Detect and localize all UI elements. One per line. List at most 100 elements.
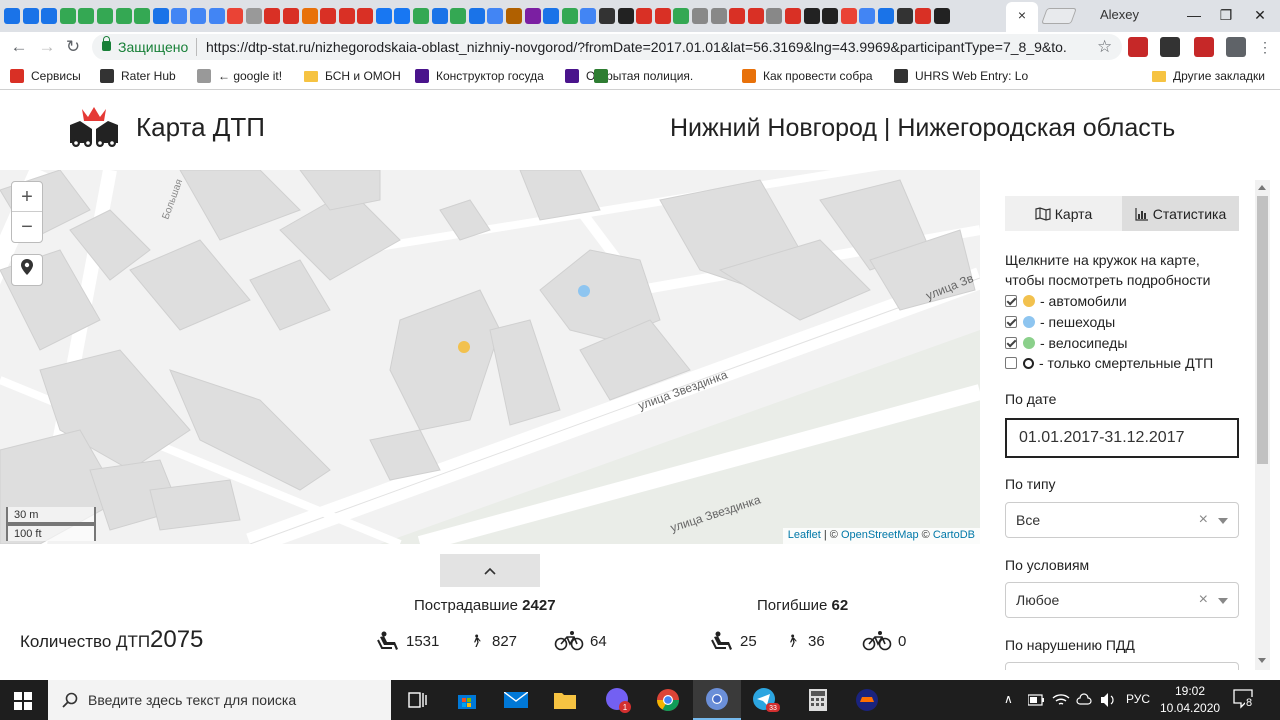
sidebar-scrollbar[interactable] [1255,180,1270,670]
pinned-tab-favicon-icon[interactable] [450,8,467,24]
minimize-button[interactable]: — [1178,4,1210,26]
pinned-tab-favicon-icon[interactable] [78,8,95,24]
osm-link[interactable]: OpenStreetMap [841,529,919,541]
chrome-app-1[interactable] [644,680,692,720]
pinned-tab-favicon-icon[interactable] [171,8,188,24]
date-range-input[interactable]: 01.01.2017-31.12.2017 [1005,418,1239,458]
cloud-icon[interactable] [1076,692,1092,708]
pinned-tab-favicon-icon[interactable] [710,8,727,24]
legend-bicycles[interactable]: - велосипеды [1005,333,1127,353]
menu-icon[interactable]: ⋮ [1254,36,1276,58]
mail-app[interactable] [492,680,540,720]
pinned-tab-favicon-icon[interactable] [729,8,746,24]
bicycles-checkbox[interactable] [1005,337,1017,349]
pinned-tab-favicon-icon[interactable] [915,8,932,24]
tab-map[interactable]: Карта [1005,196,1122,231]
pinned-tab-favicon-icon[interactable] [4,8,20,24]
bookmark-uhrs[interactable]: UHRS Web Entry: Lo [894,68,1028,84]
close-tab-icon[interactable]: × [1014,7,1030,23]
windows-start-icon[interactable] [14,692,32,710]
pinned-tab-favicon-icon[interactable] [599,8,615,24]
pinned-tab-favicon-icon[interactable] [691,8,708,24]
pinned-tab-favicon-icon[interactable] [877,8,894,24]
car-crash-logo-icon[interactable] [68,107,120,147]
notifications-button[interactable]: 8 [1232,688,1256,712]
bookmark-services[interactable]: Сервисы [10,68,81,84]
new-tab-button[interactable] [1041,8,1077,24]
spy-extension-icon[interactable] [1160,37,1180,57]
pinned-tab-favicon-icon[interactable] [41,8,58,24]
pinned-tab-favicon-icon[interactable] [208,8,225,24]
yandex-extension-icon[interactable] [1194,37,1214,57]
language-indicator[interactable]: РУС [1126,692,1150,706]
leaflet-link[interactable]: Leaflet [788,529,821,541]
pinned-tab-favicon-icon[interactable] [468,8,485,24]
taskbar-clock[interactable]: 19:02 10.04.2020 [1160,683,1220,717]
explorer-app[interactable] [541,680,589,720]
app-misc[interactable] [843,680,891,720]
nrt-extension-icon[interactable] [1128,37,1148,57]
pinned-tab-favicon-icon[interactable] [617,8,634,24]
type-select[interactable]: Все × [1005,502,1239,538]
pinned-tab-favicon-icon[interactable] [784,8,801,24]
translate-extension-icon[interactable] [1226,37,1246,57]
pinned-tab-favicon-icon[interactable] [487,8,504,24]
chrome-app-2[interactable] [693,680,741,720]
accident-marker-car[interactable] [458,341,470,353]
battery-icon[interactable] [1028,694,1044,706]
pinned-tab-favicon-icon[interactable] [803,8,820,24]
task-view-button[interactable] [394,680,442,720]
bookmark-konstruktor[interactable]: Конструктор госуда [415,68,544,84]
pinned-tab-favicon-icon[interactable] [22,8,39,24]
scroll-up-icon[interactable] [1258,185,1266,190]
bookmark-google-it[interactable]: ← google it! [197,68,282,84]
map-tiles[interactable]: улица Звездинка улица Звездинка улица Зв… [0,170,980,544]
bookmark-how-to[interactable]: Как провести собра [742,68,873,84]
pinned-tab-favicon-icon[interactable] [394,8,411,24]
pinned-tab-favicon-icon[interactable] [561,8,578,24]
pinned-tab-favicon-icon[interactable] [301,8,318,24]
pinned-tab-favicon-icon[interactable] [245,8,262,24]
pedestrians-checkbox[interactable] [1005,316,1017,328]
legend-fatal-only[interactable]: - только смертельные ДТП [1005,353,1213,373]
address-bar[interactable]: Защищено https://dtp-stat.ru/nizhegorods… [92,34,1122,60]
pinned-tab-favicon-icon[interactable] [338,8,355,24]
pinned-tab-favicon-icon[interactable] [766,8,783,24]
url-text[interactable]: https://dtp-stat.ru/nizhegorodskaia-obla… [206,39,1066,55]
pinned-tab-favicon-icon[interactable] [896,8,913,24]
pinned-tab-favicon-icon[interactable] [506,8,523,24]
pinned-tab-favicon-icon[interactable] [933,8,950,24]
collapse-stats-button[interactable] [440,554,540,587]
maximize-button[interactable]: ❐ [1210,4,1242,26]
pinned-tab-favicon-icon[interactable] [431,8,448,24]
violation-select[interactable] [1005,662,1239,670]
pinned-tab-favicon-icon[interactable] [115,8,132,24]
zoom-out-button[interactable]: − [12,212,42,242]
clear-icon[interactable]: × [1199,503,1208,537]
site-title[interactable]: Карта ДТП [136,112,265,143]
bookmark-open-police[interactable]: Открытая полиция. [565,68,693,84]
viber-app[interactable]: 1 [594,680,642,720]
fatal-only-checkbox[interactable] [1005,357,1017,369]
pinned-tab-favicon-icon[interactable] [59,8,76,24]
calculator-app[interactable] [794,680,842,720]
pinned-tab-favicon-icon[interactable] [320,8,337,24]
zoom-in-button[interactable]: + [12,182,42,212]
pinned-tab-favicon-icon[interactable] [227,8,244,24]
pinned-tab-favicon-icon[interactable] [580,8,597,24]
reload-button[interactable]: ↻ [62,36,84,58]
pinned-tab-favicon-icon[interactable] [152,8,169,24]
profile-name[interactable]: Alexey [1100,7,1139,22]
pinned-tab-favicon-icon[interactable] [859,8,876,24]
pinned-tab-favicon-icon[interactable] [264,8,281,24]
legend-cars[interactable]: - автомобили [1005,291,1127,311]
cars-checkbox[interactable] [1005,295,1017,307]
pinned-tab-favicon-icon[interactable] [357,8,374,24]
pinned-tab-favicon-icon[interactable] [524,8,541,24]
close-window-button[interactable]: ✕ [1244,4,1276,26]
volume-icon[interactable] [1100,692,1116,708]
pinned-tab-favicon-icon[interactable] [543,8,560,24]
bookmark-other[interactable]: Другие закладки [1152,68,1265,84]
clear-icon[interactable]: × [1199,583,1208,617]
map-view[interactable]: улица Звездинка улица Звездинка улица Зв… [0,170,980,544]
